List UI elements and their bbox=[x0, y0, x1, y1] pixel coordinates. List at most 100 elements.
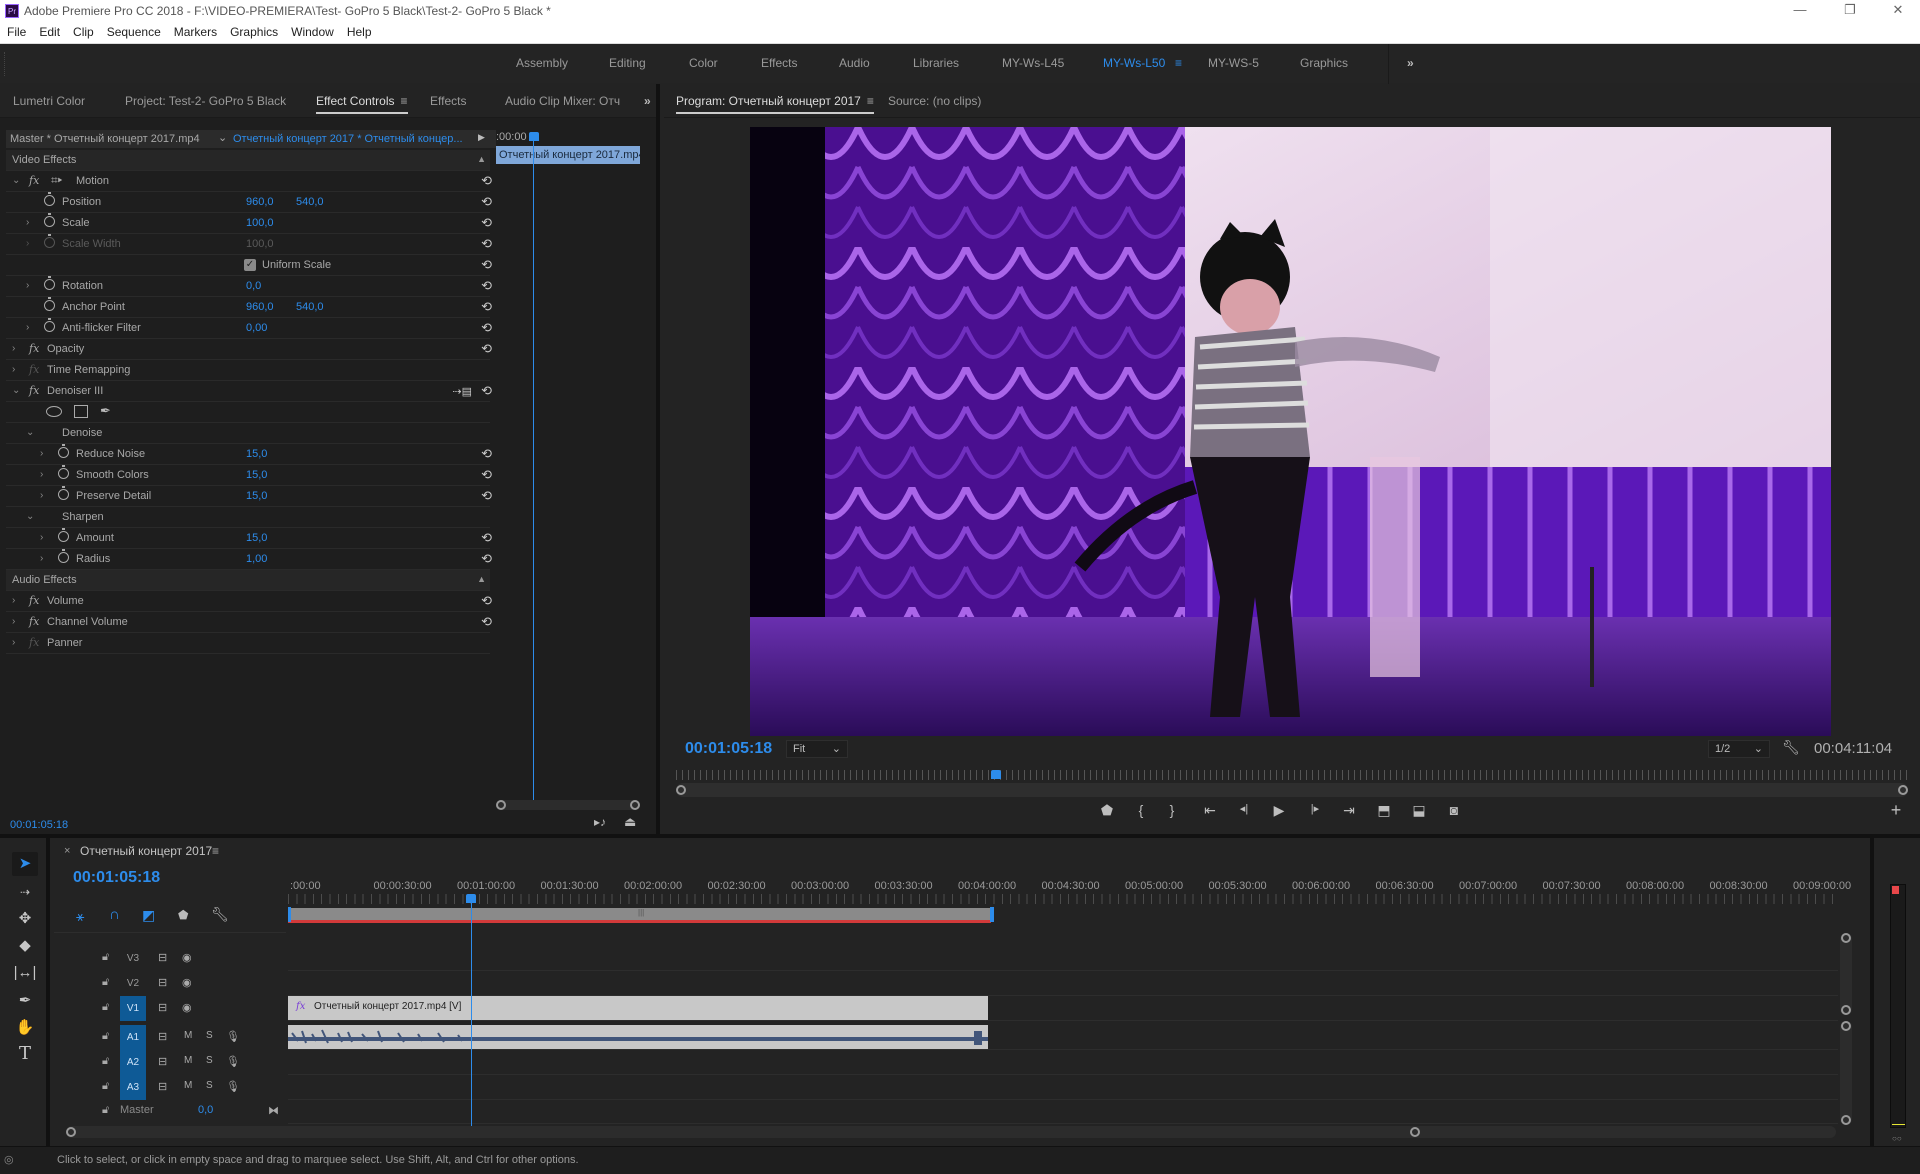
close-sequence-icon[interactable]: × bbox=[64, 845, 70, 857]
timeline-settings-wrench-icon[interactable]: 🔧︎ bbox=[211, 906, 229, 923]
show-timeline-icon[interactable]: ▶ bbox=[478, 132, 485, 143]
sequence-tab[interactable]: Отчетный концерт 2017 bbox=[80, 844, 212, 858]
scroll-handle-top[interactable] bbox=[1841, 1021, 1851, 1031]
play-button[interactable]: ▶ bbox=[1269, 802, 1289, 819]
tab-effects[interactable]: Effects bbox=[430, 94, 466, 108]
audio-tracks-scrollbar[interactable] bbox=[1840, 1021, 1852, 1125]
linked-selection-icon[interactable]: ◩ bbox=[142, 907, 155, 924]
param-row-scale[interactable]: › Scale 100,0 ⟲ bbox=[6, 213, 492, 234]
lock-icon[interactable]: 🔓︎ bbox=[102, 1001, 109, 1014]
track-lane-v3[interactable] bbox=[288, 946, 1838, 971]
sequence-clip-label[interactable]: Отчетный концерт 2017 * Отчетный концер.… bbox=[233, 133, 463, 145]
microphone-icon[interactable]: 🎙︎ bbox=[226, 1055, 240, 1068]
go-to-edit-icon[interactable]: ⧓ bbox=[268, 1104, 279, 1117]
effect-row-opacity[interactable]: › fx Opacity ⟲ bbox=[6, 339, 492, 360]
chevron-right-icon[interactable]: › bbox=[40, 532, 43, 543]
solo-button[interactable]: S bbox=[206, 1030, 213, 1041]
mute-button[interactable]: M bbox=[184, 1055, 192, 1066]
sync-lock-icon[interactable]: ⊟ bbox=[158, 1080, 167, 1093]
pen-tool[interactable]: ✒ bbox=[12, 989, 38, 1013]
monitor-playhead[interactable] bbox=[991, 770, 1002, 779]
fx-icon[interactable]: fx bbox=[29, 342, 39, 355]
sync-lock-icon[interactable]: ⊟ bbox=[158, 1001, 167, 1014]
ellipse-mask-icon[interactable] bbox=[46, 406, 62, 417]
eye-icon[interactable]: ◉ bbox=[182, 976, 192, 989]
workspace-tab-effects[interactable]: Effects bbox=[761, 56, 797, 70]
stopwatch-icon[interactable] bbox=[44, 192, 55, 206]
timeline-ruler[interactable] bbox=[288, 894, 1838, 904]
wrench-settings-icon[interactable]: 🔧︎ bbox=[1782, 739, 1800, 756]
panel-menu-icon[interactable]: ≡ bbox=[212, 844, 219, 858]
scroll-handle-right[interactable] bbox=[1410, 1127, 1420, 1137]
work-area-out-handle[interactable] bbox=[990, 907, 994, 922]
go-to-out-button[interactable]: ⇥ bbox=[1339, 802, 1359, 819]
menu-clip[interactable]: Clip bbox=[66, 22, 100, 39]
minimize-button[interactable]: — bbox=[1780, 2, 1820, 20]
play-audio-icon[interactable]: ▸♪ bbox=[594, 815, 606, 829]
video-tracks-scrollbar[interactable] bbox=[1840, 933, 1852, 1015]
lock-icon[interactable]: 🔓︎ bbox=[102, 976, 109, 989]
effect-row-motion[interactable]: ⌄ fx ⌗▸ Motion ⟲ bbox=[6, 171, 492, 192]
step-back-button[interactable]: ◂| bbox=[1234, 802, 1254, 815]
param-row-uniform-scale[interactable]: ✓ Uniform Scale ⟲ bbox=[6, 255, 492, 276]
param-row-rotation[interactable]: › Rotation 0,0 ⟲ bbox=[6, 276, 492, 297]
chevron-right-icon[interactable]: › bbox=[40, 469, 43, 480]
slip-tool[interactable]: |↔| bbox=[12, 961, 38, 985]
scroll-handle-right[interactable] bbox=[630, 800, 640, 810]
eye-icon[interactable]: ◉ bbox=[182, 951, 192, 964]
workspace-overflow-icon[interactable]: » bbox=[1407, 56, 1414, 70]
snap-magnet-icon[interactable]: ∩ bbox=[109, 906, 120, 923]
transform-icon[interactable]: ⌗▸ bbox=[51, 173, 62, 188]
master-volume-value[interactable]: 0,0 bbox=[198, 1104, 213, 1116]
razor-tool[interactable]: ◆ bbox=[12, 934, 38, 958]
scroll-handle-left[interactable] bbox=[676, 785, 686, 795]
chevron-right-icon[interactable]: › bbox=[12, 343, 15, 354]
lift-button[interactable]: ⬒ bbox=[1374, 802, 1394, 819]
tab-source[interactable]: Source: (no clips) bbox=[888, 94, 981, 108]
menu-help[interactable]: Help bbox=[340, 22, 378, 39]
chevron-right-icon[interactable]: › bbox=[40, 553, 43, 564]
reset-icon[interactable]: ⟲ bbox=[481, 467, 492, 483]
monitor-time-ruler[interactable] bbox=[676, 770, 1908, 780]
mini-clip-bar[interactable]: Отчетный концерт 2017.mp4 bbox=[496, 146, 640, 164]
track-target-v1[interactable]: V1 bbox=[120, 996, 146, 1021]
tab-program[interactable]: Program: Отчетный концерт 2017 ≡ bbox=[676, 94, 874, 114]
chevron-right-icon[interactable]: › bbox=[40, 490, 43, 501]
scroll-handle-right[interactable] bbox=[1898, 785, 1908, 795]
solo-button[interactable]: S bbox=[206, 1080, 213, 1091]
pen-mask-icon[interactable]: ✒ bbox=[100, 403, 111, 419]
track-target-a2[interactable]: A2 bbox=[120, 1050, 146, 1075]
param-row-reduce-noise[interactable]: › Reduce Noise 15,0 ⟲ bbox=[6, 444, 492, 465]
menu-edit[interactable]: Edit bbox=[32, 22, 66, 39]
tab-lumetri-color[interactable]: Lumetri Color bbox=[13, 94, 85, 108]
reset-icon[interactable]: ⟲ bbox=[481, 551, 492, 567]
menu-graphics[interactable]: Graphics bbox=[223, 22, 284, 39]
reset-icon[interactable]: ⟲ bbox=[481, 236, 492, 252]
sync-lock-icon[interactable]: ⊟ bbox=[158, 1055, 167, 1068]
stopwatch-icon[interactable] bbox=[58, 465, 69, 479]
param-value-x[interactable]: 960,0 bbox=[246, 196, 274, 208]
export-icon[interactable]: ⏏ bbox=[624, 814, 636, 830]
playhead-handle[interactable] bbox=[529, 132, 539, 141]
work-area-in-handle[interactable] bbox=[288, 907, 291, 922]
effect-options-icon[interactable]: ⇢▤ bbox=[452, 385, 472, 398]
reset-icon[interactable]: ⟲ bbox=[481, 614, 492, 630]
panel-menu-icon[interactable]: ≡ bbox=[400, 94, 407, 108]
workspace-tab-color[interactable]: Color bbox=[689, 56, 718, 70]
param-value[interactable]: 1,00 bbox=[246, 553, 267, 565]
collapse-up-icon[interactable]: ▲ bbox=[477, 574, 486, 584]
group-row-sharpen[interactable]: ⌄ Sharpen bbox=[6, 507, 490, 528]
workspace-tab-assembly[interactable]: Assembly bbox=[516, 56, 568, 70]
param-value-x[interactable]: 960,0 bbox=[246, 301, 274, 313]
chevron-right-icon[interactable]: › bbox=[12, 364, 15, 375]
eye-icon[interactable]: ◉ bbox=[182, 1001, 192, 1014]
chevron-right-icon[interactable]: › bbox=[12, 637, 15, 648]
param-row-preserve-detail[interactable]: › Preserve Detail 15,0 ⟲ bbox=[6, 486, 492, 507]
sync-lock-icon[interactable]: ⊟ bbox=[158, 976, 167, 989]
chevron-right-icon[interactable]: › bbox=[26, 217, 29, 228]
reset-icon[interactable]: ⟲ bbox=[481, 299, 492, 315]
chevron-down-icon[interactable]: ⌄ bbox=[26, 427, 34, 438]
resolution-dropdown[interactable]: 1/2 ⌄ bbox=[1708, 740, 1770, 758]
reset-icon[interactable]: ⟲ bbox=[481, 341, 492, 357]
track-target-v3[interactable]: V3 bbox=[120, 946, 146, 971]
